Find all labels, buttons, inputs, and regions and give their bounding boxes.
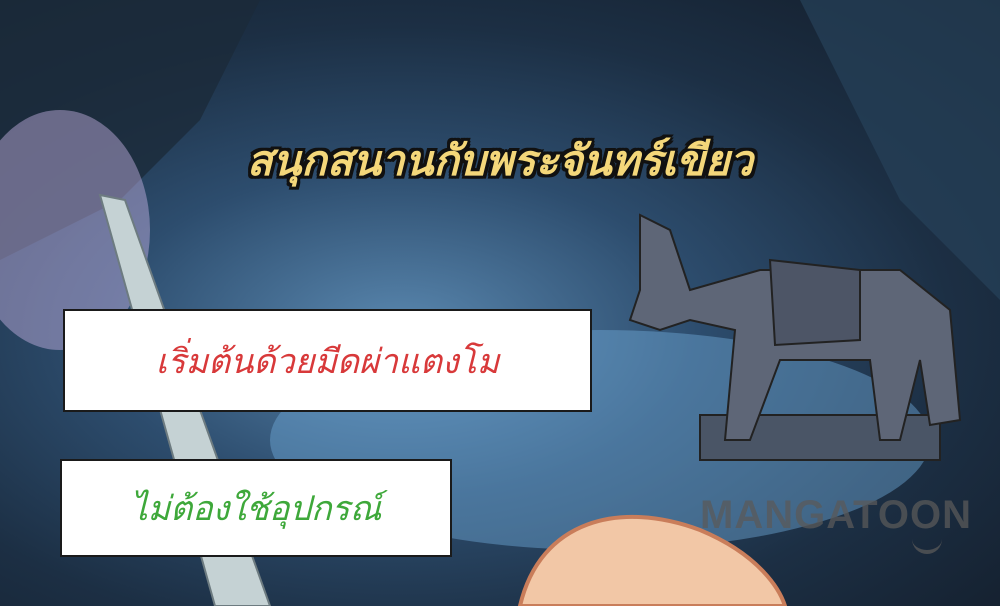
caption-box-no-tools: ไม่ต้องใช้อุปกรณ์ [60, 459, 452, 557]
caption-text: เริ่มต้นด้วยมีดผ่าแตงโม [155, 341, 500, 382]
caption-text: ไม่ต้องใช้อุปกรณ์ [130, 489, 382, 529]
panel-title: สนุกสนานกับพระจันทร์เขียว [246, 136, 754, 185]
watermark-logo: MANGATOON [700, 493, 972, 537]
caption-box-start: เริ่มต้นด้วยมีดผ่าแตงโม [63, 309, 592, 412]
cave-wall-right [800, 0, 1000, 300]
